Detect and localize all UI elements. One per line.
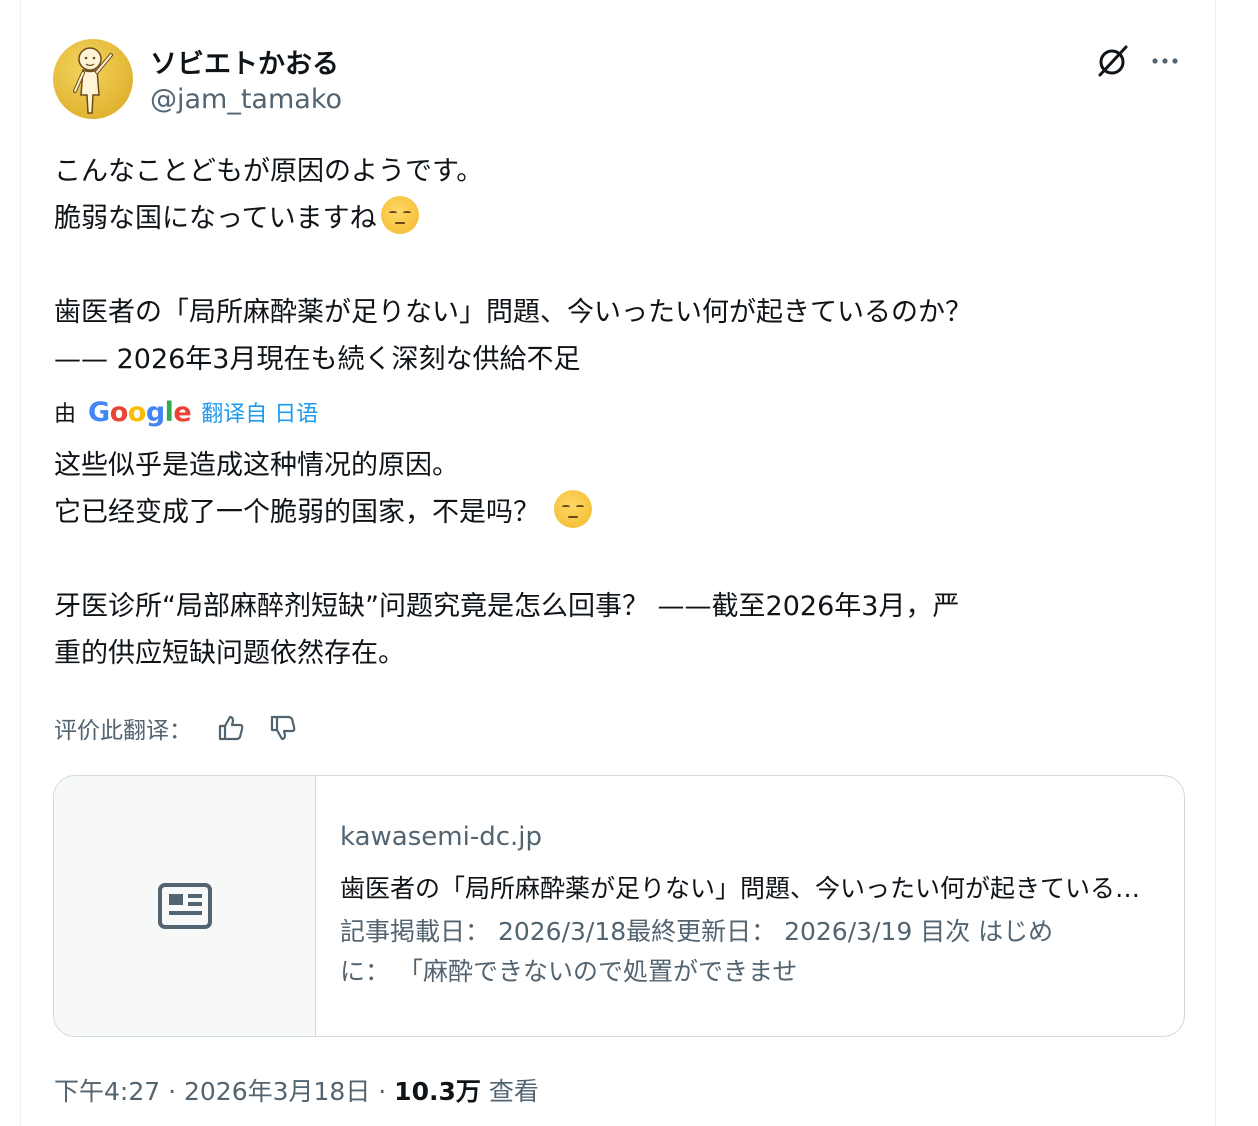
avatar[interactable] [53, 39, 133, 119]
google-logo-letter: o [109, 396, 129, 428]
translated-line-2: 它已经变成了一个脆弱的国家，不是吗？ [54, 489, 959, 536]
link-card-domain: kawasemi-dc.jp [340, 822, 542, 852]
views-count: 10.3万 [394, 1077, 481, 1106]
meta-separator: · [370, 1077, 395, 1106]
link-card-description: 記事掲載日： 2026/3/18最終更新日： 2026/3/19 目次 はじめ … [340, 912, 1155, 992]
original-line-1: こんなことどもが原因のようです。 [54, 156, 484, 187]
google-logo-letter: e [173, 396, 192, 428]
original-line-3: 歯医者の「局所麻酔薬が足りない」問題、今いったい何が起きているのか？ [54, 297, 972, 328]
link-card-thumbnail [54, 776, 316, 1036]
google-logo-letter: o [127, 396, 147, 428]
pensive-face-emoji-icon [554, 490, 592, 528]
avatar-figure-icon [73, 47, 113, 114]
original-line-2: 脆弱な国になっていますね [54, 195, 972, 242]
rate-translation-label: 评价此翻译： [54, 718, 192, 744]
translation-attribution: 由 Google 翻译自 日语 [54, 395, 318, 429]
tweet-date[interactable]: 2026年3月18日 [184, 1077, 370, 1106]
tweet-original-text: こんなことどもが原因のようです。 脆弱な国になっていますね 歯医者の「局所麻酔薬… [54, 148, 972, 383]
author-name[interactable]: ソビエトかおる [150, 42, 339, 81]
thumbs-down-icon [270, 715, 296, 741]
thumbs-up-button[interactable] [214, 711, 248, 745]
tweet-translated-text: 这些似乎是造成这种情况的原因。 它已经变成了一个脆弱的国家，不是吗？ 牙医诊所“… [54, 442, 959, 677]
grok-button[interactable] [1094, 42, 1132, 80]
link-card-title: 歯医者の「局所麻酔薬が足りない」問題、今いったい何が起きているのか？ [340, 874, 1155, 903]
translated-line-3: 牙医诊所“局部麻醉剂短缺”问题究竟是怎么回事？ ——截至2026年3月，严 [54, 591, 960, 622]
thumbs-down-button[interactable] [266, 711, 300, 745]
views-label: 查看 [488, 1077, 539, 1106]
link-card-desc-line-2: に： 「麻酔できないので処置ができませ [340, 957, 798, 986]
translated-line-1: 这些似乎是造成这种情况的原因。 [54, 450, 459, 481]
translated-line-4: 重的供应短缺问题依然存在。 [54, 638, 405, 669]
pensive-face-emoji-icon [380, 196, 419, 234]
link-card-desc-line-1: 記事掲載日： 2026/3/18最終更新日： 2026/3/19 目次 はじめ [340, 917, 1054, 946]
google-logo-letter: g [145, 396, 165, 428]
translated-by-label: 由 [54, 402, 77, 427]
meta-separator: · [160, 1077, 184, 1106]
link-card[interactable]: kawasemi-dc.jp 歯医者の「局所麻酔薬が足りない」問題、今いったい何… [53, 775, 1185, 1037]
more-icon [1152, 58, 1178, 64]
author-handle[interactable]: @jam_tamako [150, 84, 342, 115]
thumbs-up-icon [218, 715, 244, 741]
article-icon [157, 883, 212, 929]
translated-from-link[interactable]: 翻译自 日语 [201, 396, 318, 428]
google-logo: Google [88, 396, 192, 428]
tweet-meta: 下午4:27 · 2026年3月18日 · 10.3万 查看 [54, 1072, 539, 1108]
grok-icon [1098, 45, 1128, 77]
rate-translation: 评价此翻译： [54, 708, 300, 748]
original-line-4: —— 2026年3月現在も続く深刻な供給不足 [54, 344, 581, 375]
tweet-time[interactable]: 下午4:27 [54, 1077, 160, 1106]
more-button[interactable] [1146, 42, 1184, 80]
google-logo-letter: G [88, 396, 110, 428]
